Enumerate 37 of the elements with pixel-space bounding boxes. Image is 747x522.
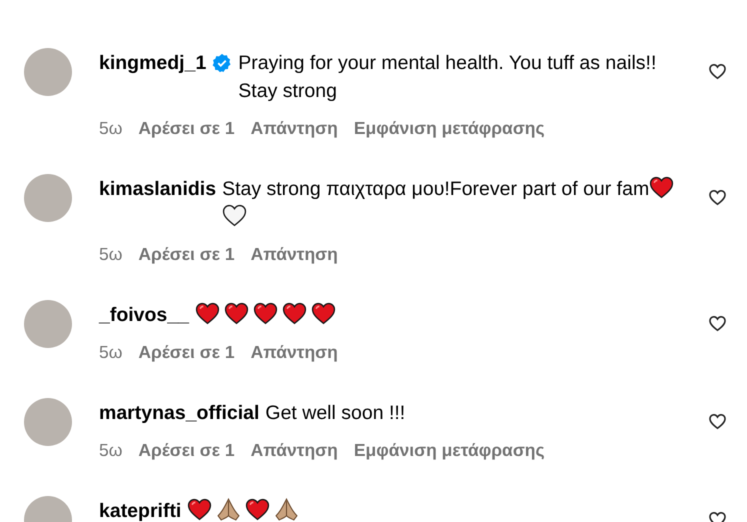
heart-emoji-icon (224, 301, 249, 326)
like-heart-icon[interactable] (708, 314, 727, 333)
heart-emoji-icon (245, 497, 270, 522)
likes-link[interactable]: Αρέσει σε 1 (138, 440, 235, 460)
likes-link[interactable]: Αρέσει σε 1 (138, 342, 235, 362)
likes-link[interactable]: Αρέσει σε 1 (138, 244, 235, 264)
like-heart-icon[interactable] (708, 62, 727, 81)
reply-link[interactable]: Απάντηση (250, 342, 338, 362)
comment-text: Get well soon !!! (265, 402, 406, 424)
see-translation-link[interactable]: Εμφάνιση μετάφρασης (354, 118, 545, 138)
username-link[interactable]: martynas_official (99, 399, 260, 427)
comment-text: Praying for your mental health. You tuff as nails!! Stay strong (238, 52, 656, 102)
like-heart-icon[interactable] (708, 412, 727, 431)
comment-text: Stay strong παιχταρα μου!Forever part of our fam (222, 178, 650, 200)
heart-emoji-icon (252, 301, 278, 326)
username-link[interactable]: _foivos__ (99, 301, 189, 329)
comment-time: 5ω (99, 440, 122, 460)
heart-emoji-icon (187, 497, 212, 522)
username-link[interactable]: kimaslanidis (99, 175, 216, 203)
heart-emoji-icon (310, 301, 336, 326)
username-link[interactable]: kingmedj_1 (99, 49, 206, 77)
heart-emoji-icon (282, 301, 307, 326)
heart-emoji-icon (649, 175, 674, 200)
folded-hands-emoji-icon (216, 497, 242, 522)
likes-link[interactable]: Αρέσει σε 1 (138, 118, 235, 138)
username-link[interactable]: kateprifti (99, 497, 182, 522)
like-heart-icon[interactable] (708, 188, 727, 207)
comment-time: 5ω (99, 244, 122, 264)
reply-link[interactable]: Απάντηση (250, 244, 338, 264)
heart-outline-emoji-icon (222, 203, 248, 228)
comment-time: 5ω (99, 342, 122, 362)
see-translation-link[interactable]: Εμφάνιση μετάφρασης (354, 440, 545, 460)
heart-emoji-icon (194, 301, 220, 326)
reply-link[interactable]: Απάντηση (250, 440, 338, 460)
folded-hands-emoji-icon (274, 497, 300, 522)
comment-time: 5ω (99, 118, 122, 138)
reply-link[interactable]: Απάντηση (250, 118, 338, 138)
